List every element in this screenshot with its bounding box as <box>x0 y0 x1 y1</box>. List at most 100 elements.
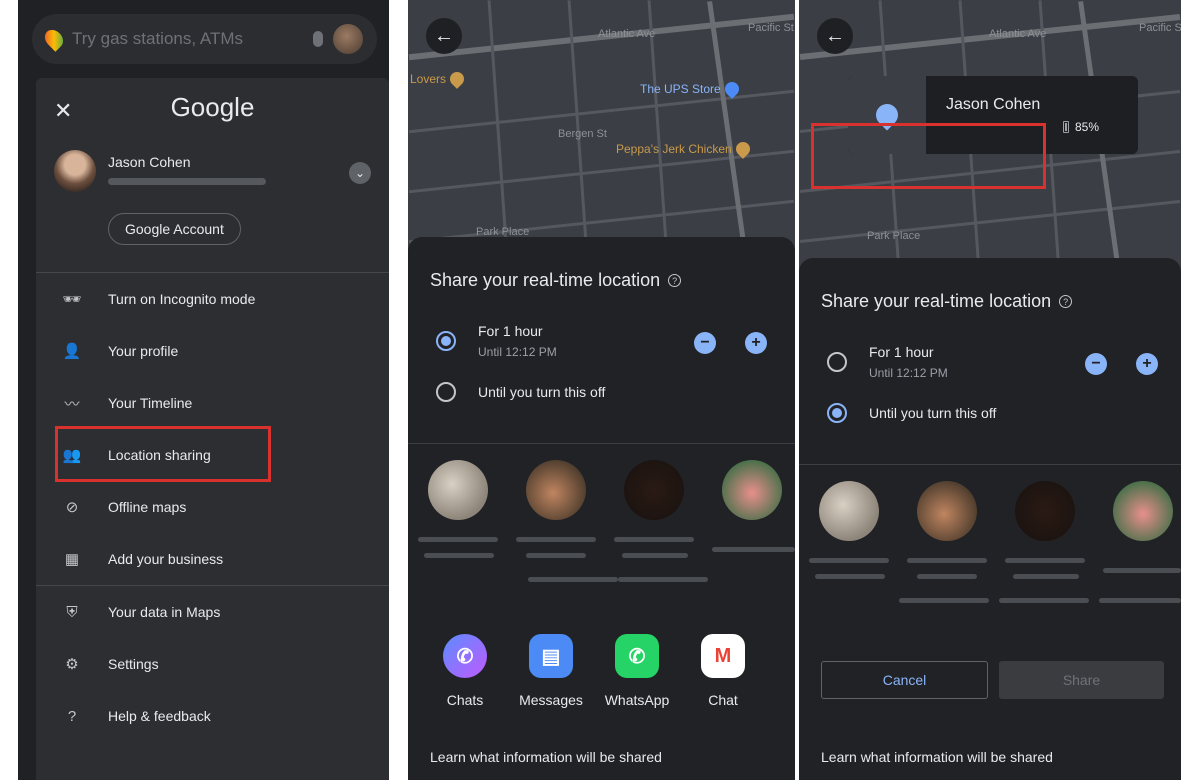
menu-item-data-in-maps[interactable]: ⛨ Your data in Maps <box>36 586 389 638</box>
minus-icon: − <box>700 334 710 351</box>
increase-button[interactable]: + <box>1136 353 1158 375</box>
contact-avatar[interactable] <box>624 460 684 520</box>
decrease-button[interactable]: − <box>1085 353 1107 375</box>
info-icon[interactable]: ? <box>1059 295 1073 308</box>
menu-item-settings[interactable]: ⚙ Settings <box>36 638 389 690</box>
street-label: Atlantic Ave <box>989 28 1047 40</box>
learn-more-link[interactable]: Learn what information will be shared <box>430 749 662 765</box>
menu-item-label: Help & feedback <box>108 708 211 724</box>
back-button[interactable]: ← <box>426 18 462 54</box>
account-avatar <box>54 150 96 192</box>
menu-item-label: Offline maps <box>108 499 187 515</box>
menu-item-label: Your Timeline <box>108 395 193 411</box>
share-button[interactable]: Share <box>999 661 1164 699</box>
info-icon[interactable]: ? <box>668 274 682 287</box>
contact-avatar[interactable] <box>1113 481 1173 541</box>
cancel-button[interactable]: Cancel <box>821 661 988 699</box>
contact-avatar[interactable] <box>722 460 782 520</box>
battery-status: 85% <box>1063 120 1099 134</box>
share-app-whatsapp[interactable]: ✆ WhatsApp <box>597 634 677 708</box>
poi-pin-icon <box>732 139 753 159</box>
radio-for-1-hour[interactable] <box>436 331 456 351</box>
highlight-box <box>811 123 1046 189</box>
menu-item-help[interactable]: ? Help & feedback <box>36 690 389 742</box>
contact-avatar[interactable] <box>1015 481 1075 541</box>
account-name: Jason Cohen <box>108 154 191 170</box>
menu-item-label: Turn on Incognito mode <box>108 291 256 307</box>
share-app-chats[interactable]: ✆ Chats <box>425 634 505 708</box>
increase-button[interactable]: + <box>745 332 767 354</box>
radio-for-1-hour[interactable] <box>827 352 847 372</box>
poi-ups-store[interactable]: The UPS Store <box>640 79 742 99</box>
whatsapp-icon: ✆ <box>615 634 659 678</box>
contact-avatar[interactable] <box>819 481 879 541</box>
chevron-down-icon[interactable]: ⌄ <box>349 162 371 184</box>
option-until-off[interactable]: Until you turn this off <box>869 405 996 421</box>
arrow-back-icon: ← <box>825 24 845 47</box>
maps-menu-screen: Try gas stations, ATMs ✕ Google Jason Co… <box>18 0 389 780</box>
menu-item-add-business[interactable]: ▦ Add your business <box>36 533 389 585</box>
highlight-box <box>55 426 271 482</box>
learn-more-link[interactable]: Learn what information will be shared <box>821 749 1053 765</box>
menu-item-label: Settings <box>108 656 159 672</box>
menu-item-incognito[interactable]: 🕶 Turn on Incognito mode <box>36 273 389 325</box>
menu-item-profile[interactable]: 👤 Your profile <box>36 325 389 377</box>
poi-lovers[interactable]: Lovers <box>410 69 467 89</box>
share-sheet: Share your real-time location ? For 1 ho… <box>408 237 795 780</box>
share-location-screen-1: Atlantic Ave Pacific St Bergen St Lovers… <box>408 0 795 780</box>
search-input[interactable]: Try gas stations, ATMs <box>72 29 303 49</box>
google-account-button[interactable]: Google Account <box>108 213 241 245</box>
battery-icon <box>1063 121 1069 133</box>
back-button[interactable]: ← <box>817 18 853 54</box>
share-app-messages[interactable]: ▤ Messages <box>511 634 591 708</box>
share-sheet: Share your real-time location ? For 1 ho… <box>799 258 1181 780</box>
divider <box>799 464 1181 465</box>
contact-avatar[interactable] <box>526 460 586 520</box>
divider <box>408 443 795 444</box>
option-until-off[interactable]: Until you turn this off <box>478 384 605 400</box>
decrease-button[interactable]: − <box>694 332 716 354</box>
shield-icon: ⛨ <box>66 603 78 621</box>
menu-item-label: Add your business <box>108 551 224 567</box>
option-for-1-hour[interactable]: For 1 hour <box>869 344 934 360</box>
account-section: Jason Cohen ⌄ Google Account <box>36 138 389 273</box>
microphone-icon[interactable] <box>313 31 323 47</box>
messages-icon: ▤ <box>529 634 573 678</box>
street-label: Pacific St <box>1139 22 1181 34</box>
avatar[interactable] <box>333 24 363 54</box>
radio-until-off[interactable] <box>436 382 456 402</box>
person-icon: 👤 <box>62 343 82 360</box>
menu-item-offline-maps[interactable]: ⊘ Offline maps <box>36 481 389 533</box>
option-for-1-hour[interactable]: For 1 hour <box>478 323 543 339</box>
share-location-screen-2: Atlantic Ave Pacific St Park Place ← Jas… <box>799 0 1181 780</box>
poi-pin-icon <box>721 79 742 99</box>
street-label: Bergen St <box>558 128 607 140</box>
menu-item-timeline[interactable]: 〰 Your Timeline <box>36 377 389 429</box>
option-for-1-hour-subtitle: Until 12:12 PM <box>869 366 948 380</box>
search-bar[interactable]: Try gas stations, ATMs <box>32 14 377 64</box>
messenger-icon: ✆ <box>443 634 487 678</box>
menu-item-label: Your data in Maps <box>108 604 221 620</box>
offline-icon: ⊘ <box>65 499 79 516</box>
radio-until-off[interactable] <box>827 403 847 423</box>
option-for-1-hour-subtitle: Until 12:12 PM <box>478 345 557 359</box>
contact-avatar[interactable] <box>917 481 977 541</box>
street-label: Pacific St <box>748 22 794 34</box>
account-email-redacted <box>108 178 266 185</box>
transit-label: Park Place <box>867 230 921 242</box>
plus-icon: + <box>1142 355 1152 372</box>
sheet-title: Share your real-time location ? <box>821 291 1073 312</box>
poi-pin-icon <box>447 69 467 89</box>
incognito-icon: 🕶 <box>62 291 82 308</box>
street-label: Atlantic Ave <box>598 28 656 40</box>
help-icon: ? <box>67 707 77 725</box>
arrow-back-icon: ← <box>434 24 454 47</box>
poi-jerk-chicken[interactable]: Peppa's Jerk Chicken <box>616 139 753 159</box>
sheet-title: Share your real-time location ? <box>430 270 682 291</box>
google-logo: Google <box>170 92 255 122</box>
menu-item-label: Your profile <box>108 343 179 359</box>
store-icon: ▦ <box>64 551 80 568</box>
maps-pin-icon <box>41 26 67 52</box>
contact-avatar[interactable] <box>428 460 488 520</box>
share-app-chat[interactable]: M Chat <box>683 634 763 708</box>
